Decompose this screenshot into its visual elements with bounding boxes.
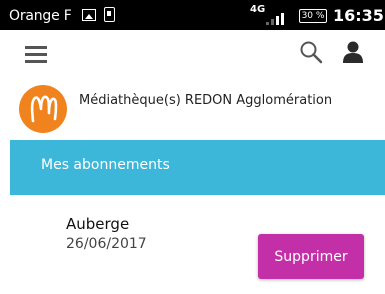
library-header: Médiathèque(s) REDON Agglomération bbox=[0, 78, 385, 140]
library-logo bbox=[19, 85, 67, 133]
section-header: Mes abonnements bbox=[10, 140, 385, 195]
carrier-name: Orange F bbox=[9, 8, 72, 24]
signal-strength-icon bbox=[266, 11, 286, 25]
battery-indicator: 30 % bbox=[299, 9, 327, 23]
clock: 16:35 bbox=[333, 6, 384, 25]
subscription-date: 26/06/2017 bbox=[66, 236, 147, 252]
app-bar bbox=[0, 30, 385, 78]
user-icon[interactable] bbox=[341, 40, 365, 64]
delete-button[interactable]: Supprimer bbox=[258, 234, 364, 279]
subscription-item: Auberge 26/06/2017 Supprimer bbox=[0, 195, 385, 294]
phone-notification-icon bbox=[104, 7, 115, 22]
subscription-name: Auberge bbox=[66, 215, 130, 233]
hamburger-menu-icon[interactable] bbox=[25, 46, 47, 64]
status-bar: Orange F 4G 30 % 16:35 bbox=[0, 0, 385, 30]
image-notification-icon bbox=[82, 9, 96, 21]
network-type: 4G bbox=[250, 4, 266, 15]
library-name: Médiathèque(s) REDON Agglomération bbox=[79, 93, 333, 108]
section-title: Mes abonnements bbox=[41, 157, 170, 173]
search-icon[interactable] bbox=[299, 40, 323, 64]
